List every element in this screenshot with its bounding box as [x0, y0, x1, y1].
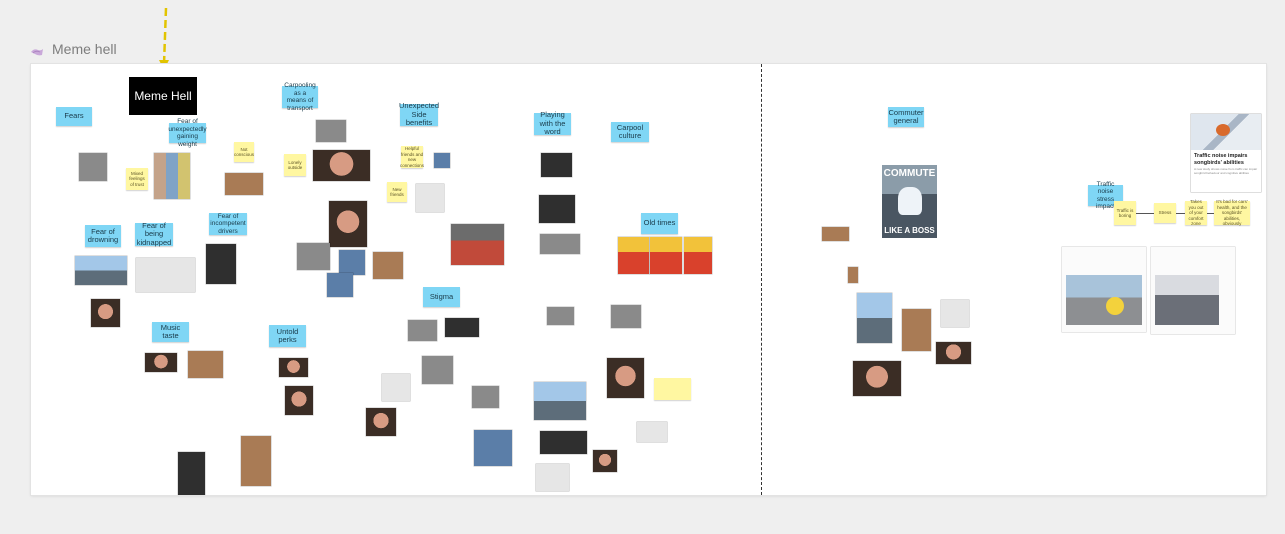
sticky-note[interactable]: Stigma [423, 287, 460, 307]
meme-image[interactable] [416, 184, 444, 212]
meme-image[interactable] [941, 300, 969, 327]
sticky-note[interactable]: Fear of incompetent drivers [209, 213, 247, 235]
news-subtext: A new study shows noise from traffic can… [1194, 167, 1258, 175]
connector-line [1136, 213, 1154, 214]
meme-image[interactable] [472, 386, 499, 408]
meme-image[interactable] [902, 309, 931, 351]
robin-photo [1191, 114, 1261, 150]
meme-image[interactable] [540, 234, 580, 254]
section-divider [761, 64, 762, 495]
meme-image[interactable] [206, 244, 236, 284]
meme-image[interactable] [650, 237, 682, 274]
meme-image[interactable] [853, 361, 901, 396]
meme-image[interactable] [822, 227, 849, 241]
board-title[interactable]: Meme hell [30, 40, 117, 58]
meme-image[interactable] [539, 195, 575, 223]
bird-icon [1216, 124, 1230, 136]
meme-image[interactable] [373, 252, 403, 279]
news-article-card[interactable]: Traffic noise impairs songbirds' abiliti… [1191, 114, 1261, 192]
meme-image[interactable] [434, 153, 450, 168]
yellow-note[interactable]: Traffic is boring [1114, 201, 1136, 225]
meme-image[interactable] [857, 293, 892, 343]
meme-image[interactable] [848, 267, 858, 283]
sticky-note[interactable]: Unexpected Side benefits [399, 102, 439, 128]
frame-icon [30, 44, 44, 56]
meme-image[interactable] [618, 237, 649, 274]
tweet-screenshot[interactable] [1062, 247, 1146, 332]
meme-image[interactable] [637, 422, 667, 442]
whiteboard-canvas[interactable]: Meme Hell Fears Fear of unexpectedly gai… [31, 64, 1266, 495]
meme-image[interactable] [339, 250, 365, 275]
sticky-note[interactable]: Fear of drowning [85, 225, 121, 247]
sticky-note[interactable]: Fear of being kidnapped [135, 221, 173, 247]
yellow-note[interactable]: Lonely outside [284, 154, 306, 176]
meme-image[interactable] [316, 120, 346, 142]
yellow-note[interactable]: It's bad for cars' health, and the songb… [1214, 199, 1250, 226]
meme-image[interactable] [684, 237, 712, 274]
meme-image[interactable] [297, 243, 330, 270]
yellow-note[interactable]: Stress [1154, 203, 1176, 223]
meme-image[interactable] [936, 342, 971, 364]
meme-image[interactable] [541, 153, 572, 177]
unicorn-image [898, 187, 922, 215]
meme-image[interactable] [279, 358, 308, 377]
meme-image[interactable] [593, 450, 617, 472]
meme-image[interactable] [445, 318, 479, 337]
tweet-screenshot[interactable] [1151, 247, 1235, 334]
meme-image[interactable] [329, 201, 367, 247]
meme-image[interactable] [91, 299, 120, 327]
sticky-note[interactable]: Playing with the word [534, 111, 571, 136]
meme-image[interactable] [75, 256, 127, 285]
meme-image[interactable] [474, 430, 512, 466]
sticky-note[interactable]: Fear of unexpectedly gaining weight [168, 118, 206, 148]
sticky-note[interactable]: Old times [641, 213, 678, 234]
yellow-note[interactable]: Mixed feelings of trust [126, 168, 148, 190]
meme-image[interactable] [366, 408, 396, 436]
meme-image[interactable] [79, 153, 107, 181]
sticky-note[interactable]: Untold perks [269, 325, 306, 347]
sticky-note[interactable]: Fears [56, 107, 92, 126]
meme-hell-title-card[interactable]: Meme Hell [129, 77, 197, 115]
meme-image[interactable] [611, 305, 641, 328]
news-headline: Traffic noise impairs songbirds' abiliti… [1194, 153, 1248, 166]
sticky-note[interactable]: Carpooling as a means of transport [282, 82, 318, 112]
meme-image[interactable] [547, 307, 574, 325]
meme-image[interactable] [422, 356, 453, 384]
yellow-note-empty[interactable] [654, 378, 691, 400]
meme-image[interactable] [382, 374, 410, 401]
meme-image[interactable] [285, 386, 313, 415]
meme-image[interactable] [178, 452, 205, 495]
yellow-note[interactable]: Helpful friends and new connections [400, 146, 424, 168]
meme-image[interactable] [241, 436, 271, 486]
connector-line [1207, 213, 1214, 214]
meme-bottom-text: LIKE A BOSS [884, 226, 935, 235]
meme-image[interactable] [534, 382, 586, 420]
meme-image[interactable] [540, 431, 587, 454]
sticky-note[interactable]: Music taste [152, 322, 189, 342]
meme-image[interactable] [408, 320, 437, 341]
meme-image[interactable] [313, 150, 370, 181]
board-title-label: Meme hell [52, 41, 117, 57]
meme-image[interactable] [536, 464, 569, 491]
yellow-note[interactable]: Not conscious [234, 142, 254, 162]
sticky-note[interactable]: Carpool culture [611, 122, 649, 142]
meme-image[interactable] [607, 358, 644, 398]
meme-image[interactable] [327, 273, 353, 297]
meme-image[interactable] [154, 153, 190, 199]
meme-image[interactable] [145, 353, 177, 372]
meme-image[interactable] [451, 224, 504, 265]
yellow-note[interactable]: New friends [387, 182, 407, 202]
meme-image[interactable] [136, 258, 195, 292]
meme-image[interactable] [225, 173, 263, 195]
sticky-note[interactable]: Commuter general [888, 107, 924, 127]
commute-like-a-boss-meme[interactable]: COMMUTE LIKE A BOSS [882, 165, 937, 238]
meme-image[interactable] [188, 351, 223, 378]
yellow-note[interactable]: Takes you out of your comfort zone [1185, 199, 1207, 226]
connector-line [1176, 213, 1185, 214]
meme-top-text: COMMUTE [883, 168, 936, 179]
